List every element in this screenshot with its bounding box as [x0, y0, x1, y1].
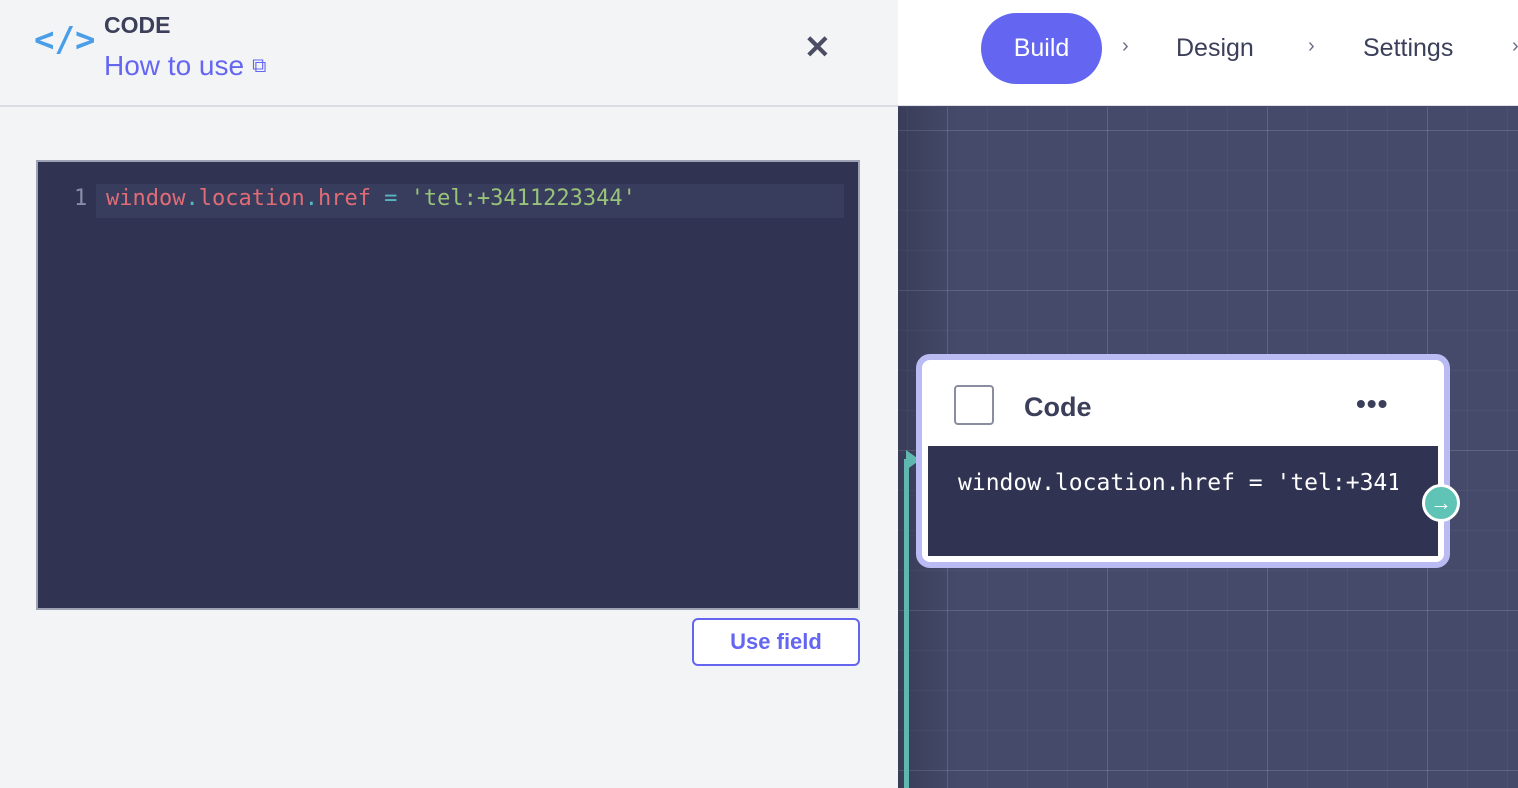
top-navigation: Build › Design › Settings ›: [898, 0, 1518, 106]
code-settings-panel: </> CODE How to use ⧉ ✕ 1 window.locatio…: [0, 0, 898, 788]
use-field-button[interactable]: Use field: [692, 618, 860, 666]
line-number: 1: [74, 186, 88, 211]
chevron-right-icon: ›: [1512, 35, 1518, 58]
node-title: Code: [1024, 392, 1092, 422]
node-select-checkbox[interactable]: [954, 385, 994, 425]
tab-settings[interactable]: Settings: [1363, 13, 1453, 84]
tab-build[interactable]: Build: [981, 13, 1102, 84]
code-token: window: [106, 186, 186, 211]
code-token: href: [317, 186, 371, 211]
code-icon: </>: [34, 20, 96, 60]
connection-line[interactable]: [904, 459, 909, 788]
panel-header: </> CODE How to use ⧉ ✕: [0, 0, 898, 107]
close-icon[interactable]: ✕: [804, 28, 831, 66]
node-code-text: window.location.href = 'tel:+3411223344': [958, 470, 1398, 496]
chevron-right-icon: ›: [1308, 35, 1315, 57]
tab-design[interactable]: Design: [1176, 13, 1254, 84]
code-token: =: [370, 186, 411, 211]
code-token: .: [304, 186, 318, 211]
chevron-right-icon: ›: [1122, 35, 1129, 57]
code-line[interactable]: window.location.href = 'tel:+3411223344': [106, 186, 636, 211]
more-options-icon[interactable]: •••: [1356, 388, 1388, 420]
code-token: .: [185, 186, 199, 211]
code-editor[interactable]: 1 window.location.href = 'tel:+341122334…: [36, 160, 860, 610]
code-token: 'tel:+3411223344': [410, 186, 636, 211]
external-link-icon: ⧉: [252, 54, 267, 77]
code-node[interactable]: Code ••• window.location.href = 'tel:+34…: [916, 354, 1460, 568]
code-token: location: [198, 186, 305, 211]
how-to-use-link[interactable]: How to use ⧉: [104, 50, 266, 82]
panel-title: CODE: [104, 12, 171, 38]
output-port-arrow-icon[interactable]: →: [1422, 484, 1460, 522]
node-code-preview: window.location.href = 'tel:+3411223344': [928, 446, 1438, 556]
how-to-use-label: How to use: [104, 50, 245, 81]
